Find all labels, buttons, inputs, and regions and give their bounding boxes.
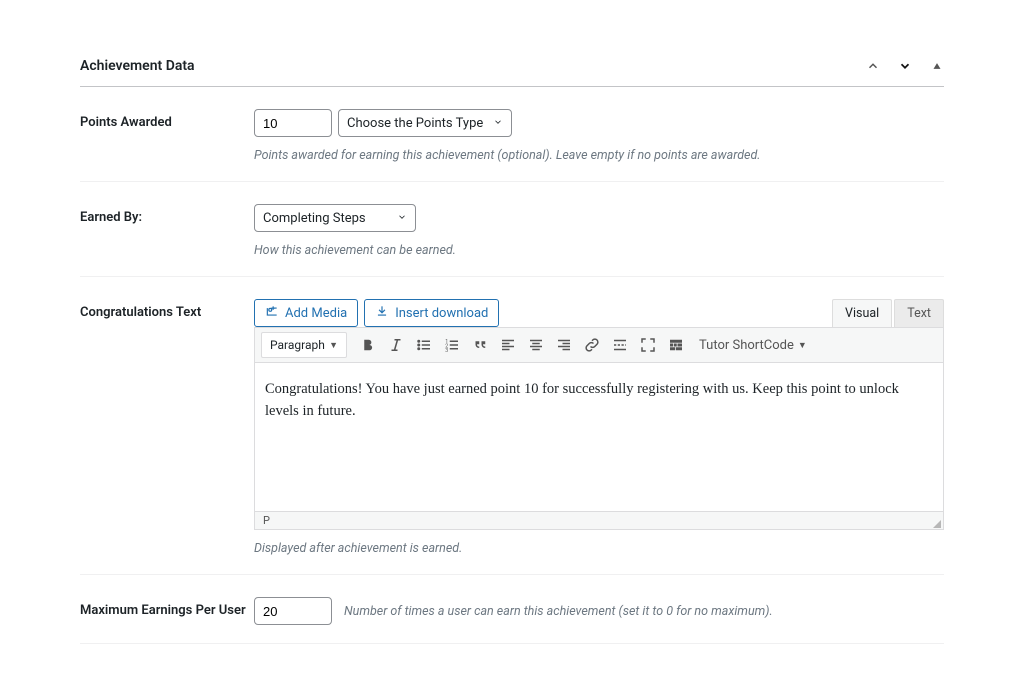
- max-earnings-helper: Number of times a user can earn this ach…: [344, 604, 773, 619]
- points-awarded-helper: Points awarded for earning this achievem…: [254, 148, 944, 163]
- points-awarded-label: Points Awarded: [80, 109, 254, 163]
- max-earnings-input[interactable]: [254, 597, 332, 625]
- tutor-shortcode-label: Tutor ShortCode: [699, 338, 794, 353]
- editor-toolbar: Paragraph ▼ 123: [255, 328, 943, 363]
- link-button[interactable]: [579, 332, 605, 358]
- points-type-select-label: Choose the Points Type: [347, 116, 483, 131]
- points-awarded-field: Choose the Points Type Points awarded fo…: [254, 109, 944, 163]
- editor-tabs: Visual Text: [830, 299, 944, 327]
- row-points-awarded: Points Awarded Choose the Points Type Po…: [80, 87, 944, 182]
- add-media-button[interactable]: Add Media: [254, 299, 358, 327]
- align-center-button[interactable]: [523, 332, 549, 358]
- points-type-select[interactable]: Choose the Points Type: [338, 109, 512, 137]
- row-congrats: Congratulations Text Add Media Insert do…: [80, 277, 944, 575]
- resize-handle-icon[interactable]: [929, 516, 941, 528]
- earned-by-helper: How this achievement can be earned.: [254, 243, 944, 258]
- earned-by-select-label: Completing Steps: [263, 211, 366, 226]
- align-right-button[interactable]: [551, 332, 577, 358]
- download-icon: [375, 304, 389, 322]
- points-awarded-input[interactable]: [254, 109, 332, 137]
- read-more-button[interactable]: [607, 332, 633, 358]
- row-earned-by: Earned By: Completing Steps How this ach…: [80, 182, 944, 277]
- media-icon: [265, 304, 279, 322]
- bold-button[interactable]: [355, 332, 381, 358]
- fullscreen-button[interactable]: [635, 332, 661, 358]
- chevron-down-icon[interactable]: [898, 59, 912, 73]
- editor-breadcrumb: P: [263, 514, 270, 527]
- panel-title: Achievement Data: [80, 58, 195, 74]
- congrats-label: Congratulations Text: [80, 299, 254, 556]
- editor-box: Paragraph ▼ 123: [254, 327, 944, 530]
- panel-header-actions: [866, 59, 944, 73]
- editor-status-bar: P: [255, 511, 943, 529]
- tutor-shortcode-dropdown[interactable]: Tutor ShortCode ▼: [691, 332, 815, 358]
- chevron-down-icon: [493, 116, 503, 131]
- row-max-earnings: Maximum Earnings Per User Number of time…: [80, 575, 944, 644]
- format-select-label: Paragraph: [270, 338, 325, 352]
- svg-text:3: 3: [445, 348, 448, 354]
- earned-by-select[interactable]: Completing Steps: [254, 204, 416, 232]
- chevron-down-icon: [397, 211, 407, 226]
- congrats-helper: Displayed after achievement is earned.: [254, 541, 944, 556]
- format-select[interactable]: Paragraph ▼: [261, 332, 347, 358]
- chevron-up-icon[interactable]: [866, 59, 880, 73]
- editor-content[interactable]: Congratulations! You have just earned po…: [255, 363, 943, 511]
- tab-text[interactable]: Text: [894, 299, 944, 327]
- max-earnings-label: Maximum Earnings Per User: [80, 597, 254, 625]
- earned-by-label: Earned By:: [80, 204, 254, 258]
- add-media-label: Add Media: [285, 306, 347, 321]
- earned-by-field: Completing Steps How this achievement ca…: [254, 204, 944, 258]
- collapse-triangle-icon[interactable]: [930, 59, 944, 73]
- max-earnings-field: Number of times a user can earn this ach…: [254, 597, 944, 625]
- toolbar-toggle-button[interactable]: [663, 332, 689, 358]
- bullet-list-button[interactable]: [411, 332, 437, 358]
- insert-download-button[interactable]: Insert download: [364, 299, 499, 327]
- insert-download-label: Insert download: [395, 306, 488, 321]
- blockquote-button[interactable]: [467, 332, 493, 358]
- italic-button[interactable]: [383, 332, 409, 358]
- congrats-field: Add Media Insert download Visual Text Pa…: [254, 299, 944, 556]
- numbered-list-button[interactable]: 123: [439, 332, 465, 358]
- align-left-button[interactable]: [495, 332, 521, 358]
- panel-header: Achievement Data: [80, 58, 944, 87]
- caret-down-icon: ▼: [798, 340, 807, 351]
- tab-visual[interactable]: Visual: [832, 299, 892, 327]
- caret-down-icon: ▼: [329, 340, 338, 351]
